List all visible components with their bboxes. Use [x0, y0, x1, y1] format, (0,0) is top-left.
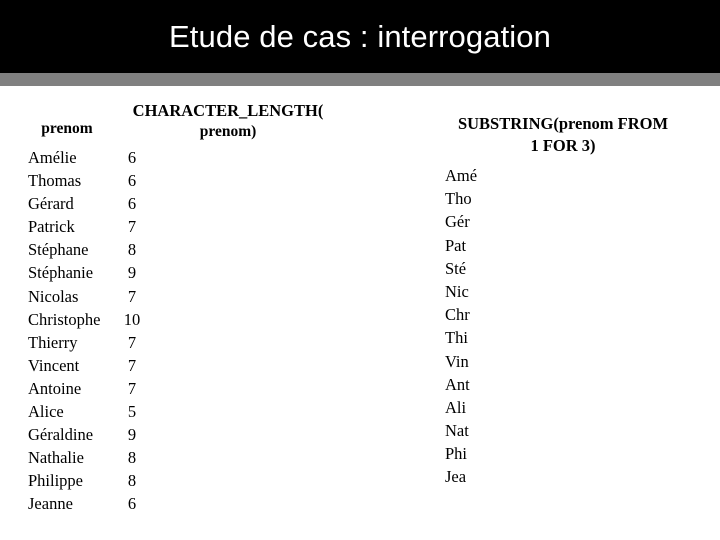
cell-substring: Chr [445, 305, 470, 325]
table-row: Philippe 8 [0, 469, 400, 492]
cell-substring: Amé [445, 166, 478, 185]
table-row: Nic [400, 280, 720, 303]
table-row: Amé [400, 164, 720, 187]
cell-character-length: 8 [127, 240, 137, 260]
table-row: Thomas 6 [0, 169, 400, 192]
table-row: Tho [400, 187, 720, 210]
cell-prenom: Thomas [28, 171, 82, 191]
cell-prenom: Alice [28, 402, 64, 422]
cell-substring: Nat [445, 421, 469, 441]
table-row: Ali [400, 396, 720, 419]
cell-prenom: Philippe [28, 471, 84, 491]
substring-result-table: SUBSTRING(prenom FROM 1 FOR 3) Amé Tho Gér… [400, 86, 720, 540]
column-header-substring-line2: 1 FOR 3) [530, 136, 596, 155]
cell-character-length: 10 [123, 309, 141, 329]
cell-substring: Jea [445, 467, 467, 487]
table-row: Stéphane 8 [0, 238, 400, 261]
cell-substring: Nic [445, 281, 469, 301]
table-row: Antoine 7 [0, 377, 400, 400]
cell-prenom: Jeanne [28, 494, 73, 514]
cell-prenom: Vincent [28, 355, 80, 375]
cell-substring: Ant [445, 374, 470, 394]
cell-character-length: 7 [127, 332, 137, 352]
table-row: Patrick 7 [0, 215, 400, 238]
cell-prenom: Nathalie [28, 448, 84, 468]
column-header-substring-line1: SUBSTRING(prenom FROM [457, 114, 669, 133]
table-row: Gér [400, 210, 720, 233]
title-accent-rule [0, 73, 720, 86]
table-row: Pat [400, 234, 720, 257]
cell-prenom: Nicolas [28, 286, 79, 306]
cell-prenom: Patrick [28, 217, 75, 237]
table-row: Jea [400, 465, 720, 488]
table-row: Gérard 6 [0, 192, 400, 215]
cell-prenom: Stéphane [28, 240, 89, 260]
table-row: Chr [400, 303, 720, 326]
cell-character-length: 9 [127, 425, 137, 445]
cell-substring: Gér [445, 212, 470, 232]
cell-substring: Thi [445, 328, 468, 348]
table-row: Stéphanie 9 [0, 261, 400, 284]
column-header-prenom: prenom [41, 120, 93, 137]
cell-character-length: 7 [127, 378, 137, 398]
cell-prenom: Amélie [28, 148, 77, 167]
cell-character-length: 6 [127, 148, 137, 167]
table-row: Nathalie 8 [0, 446, 400, 469]
slide-title: Etude de cas : interrogation [169, 18, 551, 54]
table-row: Phi [400, 442, 720, 465]
cell-character-length: 6 [127, 171, 137, 191]
left-table-header-row: prenom CHARACTER_LENGTH( prenom) [0, 100, 400, 146]
table-row: Ant [400, 373, 720, 396]
table-row: Géraldine 9 [0, 423, 400, 446]
left-table-body: Amélie 6 Thomas 6 Gérard 6 Patrick 7 Stéphane 8 St… [0, 146, 400, 516]
cell-character-length: 8 [127, 448, 137, 468]
column-header-character-length-line2: prenom) [199, 123, 257, 140]
table-row: Nat [400, 419, 720, 442]
cell-prenom: Christophe [28, 309, 101, 329]
cell-substring: Sté [445, 258, 467, 278]
table-row: Vin [400, 350, 720, 373]
cell-prenom: Stéphanie [28, 263, 94, 283]
cell-character-length: 7 [127, 355, 137, 375]
table-row: Thierry 7 [0, 331, 400, 354]
table-row: Amélie 6 [0, 146, 400, 169]
cell-prenom: Thierry [28, 332, 78, 352]
right-table-body: Amé Tho Gér Pat Sté Nic Chr Thi Vin Ant Ali Nat Phi J… [400, 164, 720, 489]
cell-substring: Phi [445, 444, 468, 464]
cell-character-length: 6 [127, 194, 137, 214]
cell-character-length: 7 [127, 217, 137, 237]
cell-prenom: Gérard [28, 194, 74, 214]
cell-substring: Pat [445, 235, 467, 255]
table-row: Nicolas 7 [0, 285, 400, 308]
table-row: Vincent 7 [0, 354, 400, 377]
table-row: Alice 5 [0, 400, 400, 423]
table-row: Christophe 10 [0, 308, 400, 331]
cell-character-length: 6 [127, 494, 137, 514]
query-results-area: prenom CHARACTER_LENGTH( prenom) Amélie 6… [0, 86, 720, 540]
cell-character-length: 7 [127, 286, 137, 306]
column-header-substring: SUBSTRING(prenom FROM 1 FOR 3) [422, 113, 704, 157]
cell-prenom: Antoine [28, 378, 82, 398]
cell-prenom: Géraldine [28, 425, 94, 445]
cell-character-length: 5 [127, 402, 137, 422]
table-row: Jeanne 6 [0, 492, 400, 515]
column-header-character-length-line1: CHARACTER_LENGTH( [132, 101, 324, 120]
character-length-result-table: prenom CHARACTER_LENGTH( prenom) Amélie 6… [0, 86, 400, 540]
cell-substring: Tho [445, 189, 472, 209]
table-row: Thi [400, 326, 720, 349]
cell-substring: Vin [445, 351, 469, 371]
cell-substring: Ali [445, 397, 467, 417]
cell-character-length: 9 [127, 263, 137, 283]
column-header-character-length: CHARACTER_LENGTH( prenom) [112, 100, 344, 142]
table-row: Sté [400, 257, 720, 280]
cell-character-length: 8 [127, 471, 137, 491]
